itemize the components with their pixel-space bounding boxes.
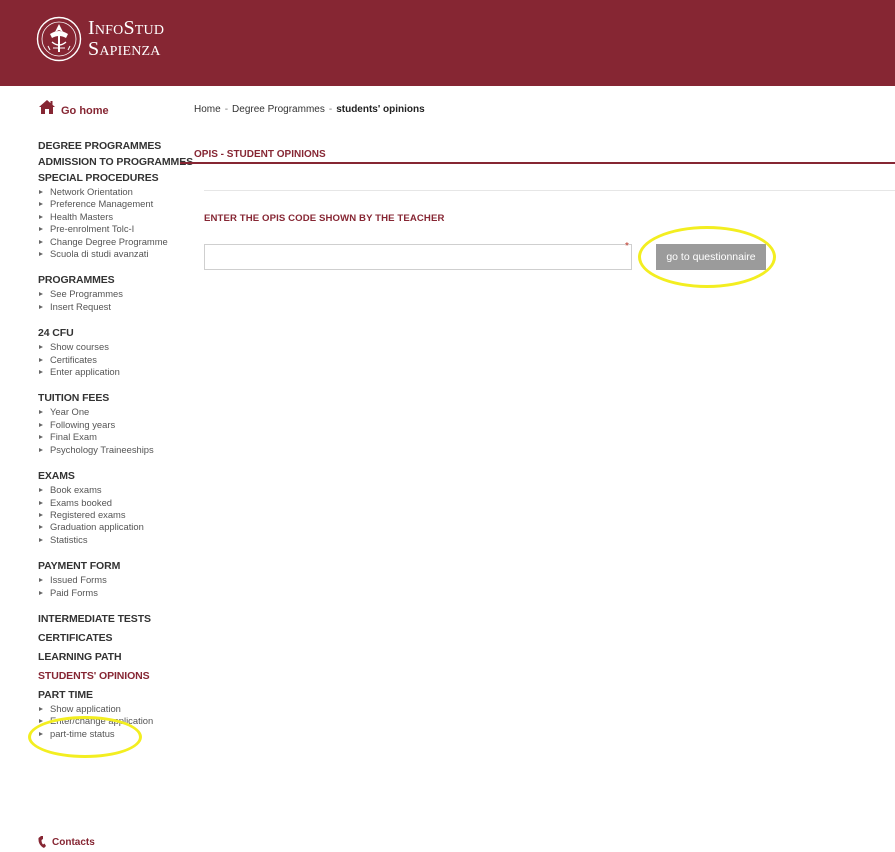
sidebar-subitem-enter-application[interactable]: Enter application xyxy=(38,366,183,378)
sidebar-subitem-following-years[interactable]: Following years xyxy=(38,419,183,431)
sidebar-subitem-scuola[interactable]: Scuola di studi avanzati xyxy=(38,248,183,260)
sidebar-item-special-procedures[interactable]: SPECIAL PROCEDURES xyxy=(38,170,183,186)
breadcrumb-separator: - xyxy=(224,104,229,115)
sidebar-subitem-book-exams[interactable]: Book exams xyxy=(38,484,183,496)
sidebar-subitem-network-orientation[interactable]: Network Orientation xyxy=(38,186,183,198)
sidebar-item-24-cfu[interactable]: 24 CFU xyxy=(38,325,183,341)
sidebar-subitem-registered-exams[interactable]: Registered exams xyxy=(38,509,183,521)
required-asterisk: * xyxy=(625,241,629,252)
page-title: OPIS - STUDENT OPINIONS xyxy=(194,149,326,160)
home-icon xyxy=(39,100,55,114)
brand-name[interactable]: InfoStud Sapienza xyxy=(88,18,164,60)
breadcrumb-current: students' opinions xyxy=(336,104,425,115)
sidebar-item-programmes[interactable]: PROGRAMMES xyxy=(38,272,183,288)
opis-code-input[interactable] xyxy=(204,244,632,270)
sidebar-subitem-show-application[interactable]: Show application xyxy=(38,703,183,715)
sidebar-subitem-insert-request[interactable]: Insert Request xyxy=(38,301,183,313)
sidebar-subitem-graduation-application[interactable]: Graduation application xyxy=(38,521,183,533)
sidebar-item-certificates[interactable]: CERTIFICATES xyxy=(38,630,183,646)
breadcrumb-home[interactable]: Home xyxy=(194,104,221,115)
sidebar-item-tuition-fees[interactable]: TUITION FEES xyxy=(38,390,183,406)
sidebar-item-students-opinions[interactable]: STUDENTS' OPINIONS xyxy=(38,668,183,684)
part-time-list: Show application Enter/change applicatio… xyxy=(38,703,183,740)
sidebar-subitem-see-programmes[interactable]: See Programmes xyxy=(38,288,183,300)
sidebar-subitem-health-masters[interactable]: Health Masters xyxy=(38,211,183,223)
sidebar-subitem-enter-change-application[interactable]: Enter/change application xyxy=(38,715,183,727)
content-divider xyxy=(204,190,895,191)
sidebar-subitem-certificates[interactable]: Certificates xyxy=(38,354,183,366)
sidebar-item-part-time[interactable]: PART TIME xyxy=(38,687,183,703)
phone-icon xyxy=(38,836,46,848)
breadcrumb-separator: - xyxy=(328,104,333,115)
breadcrumb: Home - Degree Programmes - students' opinion… xyxy=(194,104,425,115)
brand-line-1: InfoStud xyxy=(88,17,165,39)
sidebar-subitem-pre-enrolment[interactable]: Pre-enrolment Tolc-I xyxy=(38,223,183,235)
exams-list: Book exams Exams booked Registered exams… xyxy=(38,484,183,546)
header-bar: InfoStud Sapienza xyxy=(0,0,895,86)
sidebar-item-learning-path[interactable]: LEARNING PATH xyxy=(38,649,183,665)
sidebar-subitem-show-courses[interactable]: Show courses xyxy=(38,341,183,353)
contacts-label: Contacts xyxy=(52,837,95,848)
sidebar-subitem-part-time-status[interactable]: part-time status xyxy=(38,728,183,740)
sidebar-subitem-change-degree[interactable]: Change Degree Programme xyxy=(38,236,183,248)
opis-code-label: ENTER THE OPIS CODE SHOWN BY THE TEACHER xyxy=(204,213,445,224)
sidebar-nav: DEGREE PROGRAMMES ADMISSION TO PROGRAMME… xyxy=(38,138,193,746)
title-divider xyxy=(180,162,895,164)
sidebar-subitem-issued-forms[interactable]: Issued Forms xyxy=(38,574,183,586)
sidebar-item-exams[interactable]: EXAMS xyxy=(38,468,183,484)
sidebar-subitem-preference-management[interactable]: Preference Management xyxy=(38,198,183,210)
go-home-label: Go home xyxy=(61,105,109,117)
sidebar-item-payment-form[interactable]: PAYMENT FORM xyxy=(38,558,183,574)
sidebar-subitem-paid-forms[interactable]: Paid Forms xyxy=(38,587,183,599)
sidebar-subitem-psychology-traineeships[interactable]: Psychology Traineeships xyxy=(38,444,183,456)
sidebar-item-degree-programmes[interactable]: DEGREE PROGRAMMES xyxy=(38,138,183,154)
programmes-list: See Programmes Insert Request xyxy=(38,288,183,313)
sidebar-subitem-year-one[interactable]: Year One xyxy=(38,406,183,418)
sidebar-subitem-exams-booked[interactable]: Exams booked xyxy=(38,497,183,509)
sapienza-seal-logo xyxy=(36,16,82,62)
sidebar-subitem-statistics[interactable]: Statistics xyxy=(38,534,183,546)
special-procedures-list: Network Orientation Preference Managemen… xyxy=(38,186,183,260)
sidebar-item-intermediate-tests[interactable]: INTERMEDIATE TESTS xyxy=(38,611,183,627)
payment-form-list: Issued Forms Paid Forms xyxy=(38,574,183,599)
go-to-questionnaire-button[interactable]: go to questionnaire xyxy=(656,244,766,270)
tuition-fees-list: Year One Following years Final Exam Psyc… xyxy=(38,406,183,456)
sidebar-subitem-final-exam[interactable]: Final Exam xyxy=(38,431,183,443)
breadcrumb-degree-programmes[interactable]: Degree Programmes xyxy=(232,104,325,115)
cfu-list: Show courses Certificates Enter applicat… xyxy=(38,341,183,378)
sidebar-item-admission[interactable]: ADMISSION TO PROGRAMMES xyxy=(38,154,193,170)
brand-line-2: Sapienza xyxy=(88,38,161,60)
